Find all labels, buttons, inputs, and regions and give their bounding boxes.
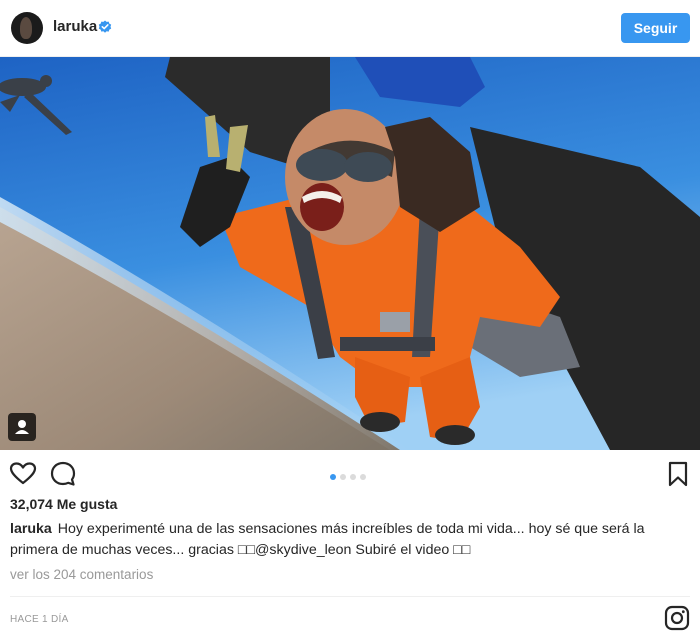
divider (10, 596, 690, 597)
follow-button[interactable]: Seguir (621, 13, 690, 43)
post-photo[interactable] (0, 57, 700, 450)
view-comments-link[interactable]: ver los 204 comentarios (10, 567, 153, 582)
bookmark-icon[interactable] (664, 460, 692, 488)
carousel-dot (330, 474, 336, 480)
caption-text: Hoy experimenté una de las sensaciones m… (10, 521, 645, 558)
skydiving-photo (0, 57, 700, 450)
carousel-indicator (330, 467, 370, 480)
carousel-dot (360, 474, 366, 480)
likes-count[interactable]: 32,074 Me gusta (10, 496, 117, 512)
post-timestamp[interactable]: HACE 1 DÍA (10, 614, 69, 625)
verified-badge-icon (98, 20, 112, 33)
carousel-dot (340, 474, 346, 480)
username[interactable]: laruka (53, 18, 97, 35)
instagram-logo-icon[interactable] (664, 605, 690, 631)
post-header: laruka Seguir (0, 0, 700, 57)
carousel-dot (350, 474, 356, 480)
tag-people-icon (15, 420, 29, 434)
tag-people-button[interactable] (8, 413, 36, 441)
caption: laruka Hoy experimenté una de las sensac… (10, 519, 690, 561)
heart-icon[interactable] (9, 460, 37, 488)
caption-username[interactable]: laruka (10, 521, 52, 537)
action-bar (0, 452, 700, 492)
comment-icon[interactable] (49, 460, 77, 488)
avatar[interactable] (11, 12, 43, 44)
